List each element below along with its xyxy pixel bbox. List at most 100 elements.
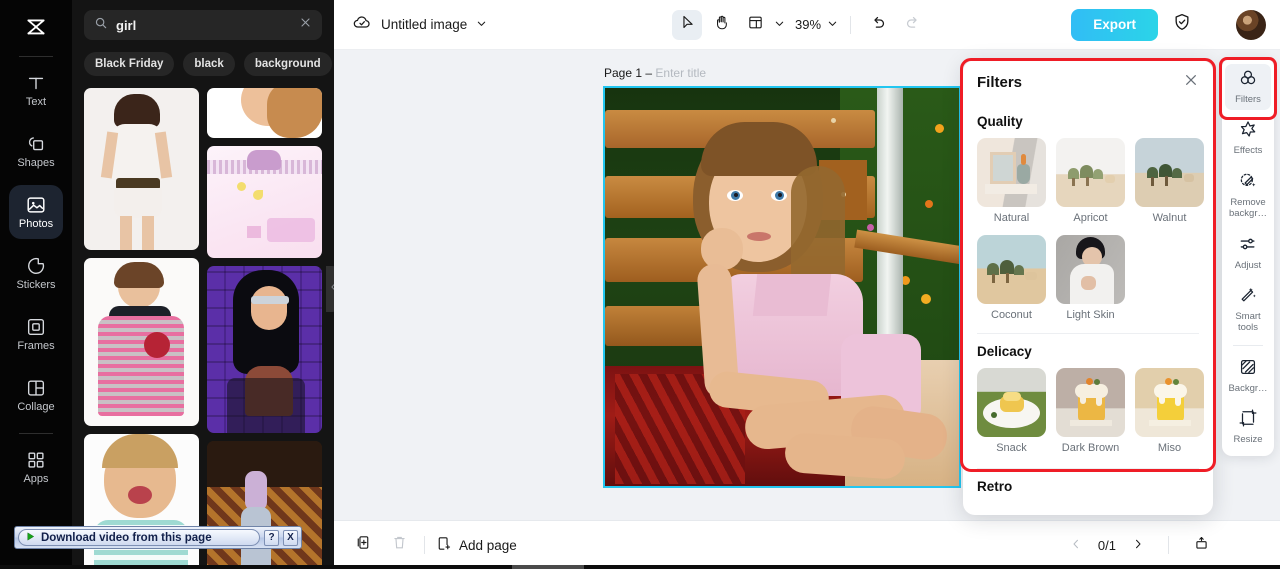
photo-thumbnail[interactable] bbox=[207, 146, 322, 258]
tool-label: Effects bbox=[1233, 145, 1263, 157]
capcut-logo-icon[interactable] bbox=[16, 8, 56, 48]
scrollbar-thumb[interactable] bbox=[512, 565, 584, 569]
tool-resize[interactable]: Resize bbox=[1225, 404, 1271, 450]
filter-item-apricot[interactable]: Apricot bbox=[1056, 138, 1125, 224]
grid-column-right bbox=[207, 88, 322, 569]
filter-item-walnut[interactable]: Walnut bbox=[1135, 138, 1204, 224]
shield-check-icon[interactable] bbox=[1172, 12, 1192, 37]
photo-thumbnail[interactable] bbox=[207, 266, 322, 433]
tag-chip[interactable]: Black Friday bbox=[84, 52, 175, 76]
filter-item-natural[interactable]: Natural bbox=[977, 138, 1046, 224]
tool-filters[interactable]: Filters bbox=[1225, 64, 1271, 110]
select-tool-button[interactable] bbox=[672, 9, 702, 40]
tool-label: Filters bbox=[1235, 93, 1261, 105]
add-page-button[interactable]: Add page bbox=[435, 535, 517, 555]
tool-background[interactable]: Backgr… bbox=[1225, 353, 1271, 399]
filter-row: Snack Dark Brown Miso bbox=[977, 368, 1204, 454]
horizontal-scrollbar[interactable] bbox=[0, 565, 1280, 569]
document-title-button[interactable]: Untitled image bbox=[352, 12, 487, 37]
stickers-icon bbox=[25, 255, 47, 277]
sidebar-item-text[interactable]: Text bbox=[9, 63, 63, 117]
tag-chip[interactable]: black bbox=[183, 52, 235, 76]
tool-label: Smart tools bbox=[1235, 311, 1261, 334]
adjust-icon bbox=[1238, 234, 1258, 259]
user-avatar[interactable] bbox=[1236, 9, 1266, 40]
filter-item-coconut[interactable]: Coconut bbox=[977, 235, 1046, 321]
photo-thumbnail[interactable] bbox=[207, 441, 322, 569]
extension-close-button[interactable]: X bbox=[283, 529, 298, 546]
pages-panel-button[interactable] bbox=[1193, 535, 1210, 555]
apps-icon bbox=[25, 449, 47, 471]
cloud-saved-icon bbox=[352, 12, 372, 37]
filters-icon bbox=[1238, 68, 1258, 93]
zoom-chevron-down-icon[interactable] bbox=[827, 16, 838, 34]
layout-tool-button[interactable] bbox=[740, 10, 770, 40]
export-button[interactable]: Export bbox=[1071, 8, 1158, 41]
filter-item-light-skin[interactable]: Light Skin bbox=[1056, 235, 1125, 321]
sidebar-item-apps[interactable]: Apps bbox=[9, 440, 63, 494]
filter-item-dark-brown[interactable]: Dark Brown bbox=[1056, 368, 1125, 454]
download-video-extension-overlay: Download video from this page ? X bbox=[14, 526, 302, 549]
sidebar-item-label: Frames bbox=[17, 340, 55, 352]
artboard-selected[interactable] bbox=[603, 86, 961, 488]
tool-effects[interactable]: Effects bbox=[1225, 116, 1271, 162]
collage-icon bbox=[25, 377, 47, 399]
layout-chevron-down-icon[interactable] bbox=[774, 16, 785, 34]
photo-thumbnail[interactable] bbox=[84, 258, 199, 426]
page-label: Page 1 – bbox=[604, 66, 653, 80]
sidebar-item-label: Text bbox=[25, 96, 47, 108]
sidebar-item-frames[interactable]: Frames bbox=[9, 307, 63, 361]
shapes-icon bbox=[25, 133, 47, 155]
photo-results-grid bbox=[84, 88, 334, 569]
delete-page-button[interactable] bbox=[384, 530, 414, 560]
prev-page-button[interactable] bbox=[1070, 537, 1082, 554]
undo-button[interactable] bbox=[863, 10, 893, 40]
filter-item-miso[interactable]: Miso bbox=[1135, 368, 1204, 454]
filter-label: Coconut bbox=[991, 309, 1032, 321]
sidebar-item-collage[interactable]: Collage bbox=[9, 368, 63, 422]
filter-label: Snack bbox=[996, 442, 1027, 454]
zoom-level-value: 39% bbox=[795, 17, 822, 32]
filters-panel-header: Filters bbox=[963, 60, 1213, 104]
page-title-row[interactable]: Page 1 – Enter title bbox=[604, 66, 706, 80]
sidebar-item-stickers[interactable]: Stickers bbox=[9, 246, 63, 300]
bottom-toolbar: Add page 0/1 bbox=[334, 520, 1280, 569]
tool-smart-tools[interactable]: Smart tools bbox=[1225, 281, 1271, 337]
add-page-icon bbox=[435, 535, 452, 555]
top-toolbar: Untitled image 39% Export bbox=[334, 0, 1280, 50]
close-icon[interactable] bbox=[1183, 72, 1199, 93]
extension-help-button[interactable]: ? bbox=[264, 529, 279, 546]
photo-thumbnail[interactable] bbox=[207, 88, 322, 138]
hand-icon bbox=[713, 14, 730, 36]
cursor-icon bbox=[679, 14, 696, 36]
next-page-button[interactable] bbox=[1132, 537, 1144, 554]
filter-thumbnail bbox=[1056, 235, 1125, 304]
sidebar-item-photos[interactable]: Photos bbox=[9, 185, 63, 239]
clear-search-icon[interactable] bbox=[299, 16, 312, 34]
filter-item-snack[interactable]: Snack bbox=[977, 368, 1046, 454]
tool-label: Adjust bbox=[1234, 259, 1262, 271]
filter-label: Light Skin bbox=[1066, 309, 1115, 321]
filter-thumbnail bbox=[1056, 138, 1125, 207]
page-title-placeholder[interactable]: Enter title bbox=[655, 66, 706, 80]
duplicate-page-button[interactable] bbox=[348, 530, 378, 560]
chevron-down-icon bbox=[476, 16, 487, 34]
filters-panel-body[interactable]: Quality Natural Apricot Walnut Coconut L… bbox=[963, 104, 1213, 515]
photos-icon bbox=[25, 194, 47, 216]
download-video-button[interactable]: Download video from this page bbox=[18, 529, 260, 546]
layout-icon bbox=[747, 14, 764, 36]
play-icon bbox=[25, 529, 36, 547]
redo-button[interactable] bbox=[897, 10, 927, 40]
photo-thumbnail[interactable] bbox=[84, 88, 199, 250]
photo-image bbox=[207, 441, 322, 569]
tag-chip[interactable]: background bbox=[243, 52, 332, 76]
undo-icon bbox=[870, 14, 887, 36]
sidebar-item-label: Photos bbox=[18, 218, 54, 230]
tool-adjust[interactable]: Adjust bbox=[1225, 230, 1271, 276]
tool-remove-background[interactable]: Remove backgr… bbox=[1225, 167, 1271, 223]
sidebar-item-shapes[interactable]: Shapes bbox=[9, 124, 63, 178]
search-input[interactable]: girl bbox=[84, 10, 322, 40]
hand-tool-button[interactable] bbox=[706, 10, 736, 40]
filter-section-title: Retro bbox=[977, 479, 1013, 494]
section-divider bbox=[977, 333, 1199, 334]
